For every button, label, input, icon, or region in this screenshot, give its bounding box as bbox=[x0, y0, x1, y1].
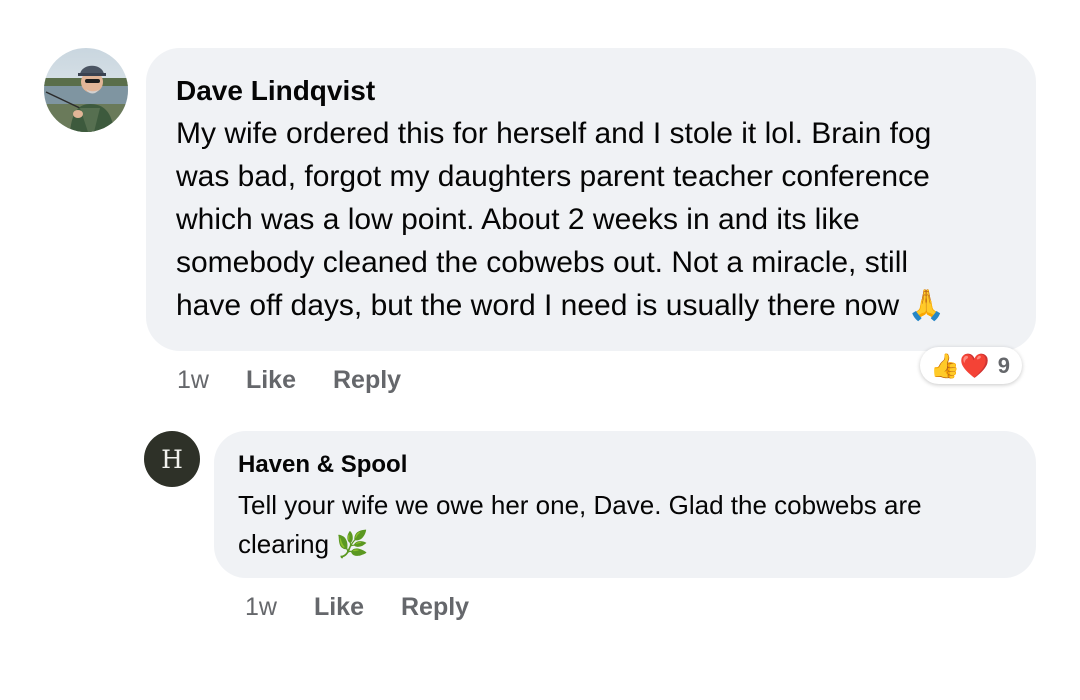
reply-bubble: Haven & Spool Tell your wife we owe her … bbox=[214, 431, 1036, 578]
reply-avatar-letter: H bbox=[161, 444, 183, 474]
reply-text: Tell your wife we owe her one, Dave. Gla… bbox=[238, 490, 922, 559]
comment-bubble: Dave Lindqvist My wife ordered this for … bbox=[146, 48, 1036, 351]
reply-like-button[interactable]: Like bbox=[314, 593, 364, 622]
reaction-count: 9 bbox=[997, 352, 1011, 378]
reply-reply-button[interactable]: Reply bbox=[401, 593, 469, 622]
comment-actions: 1w Like Reply bbox=[177, 366, 438, 395]
comment-author[interactable]: Dave Lindqvist bbox=[176, 74, 1006, 108]
reply-actions: 1w Like Reply bbox=[245, 593, 506, 622]
reply-timestamp[interactable]: 1w bbox=[245, 593, 277, 622]
reply-avatar[interactable]: H bbox=[144, 431, 200, 487]
commenter-photo bbox=[44, 48, 128, 132]
commenter-avatar[interactable] bbox=[44, 48, 128, 132]
love-reaction-icon: ❤️ bbox=[959, 351, 990, 380]
reactions-summary[interactable]: 👍 ❤️ 9 bbox=[920, 347, 1023, 384]
comment-text: My wife ordered this for herself and I s… bbox=[176, 117, 945, 322]
comment-timestamp[interactable]: 1w bbox=[177, 366, 209, 395]
reply-author[interactable]: Haven & Spool bbox=[238, 451, 1012, 479]
like-reaction-icon: 👍 bbox=[930, 351, 960, 380]
like-button[interactable]: Like bbox=[246, 366, 296, 395]
reply-button[interactable]: Reply bbox=[333, 366, 401, 395]
